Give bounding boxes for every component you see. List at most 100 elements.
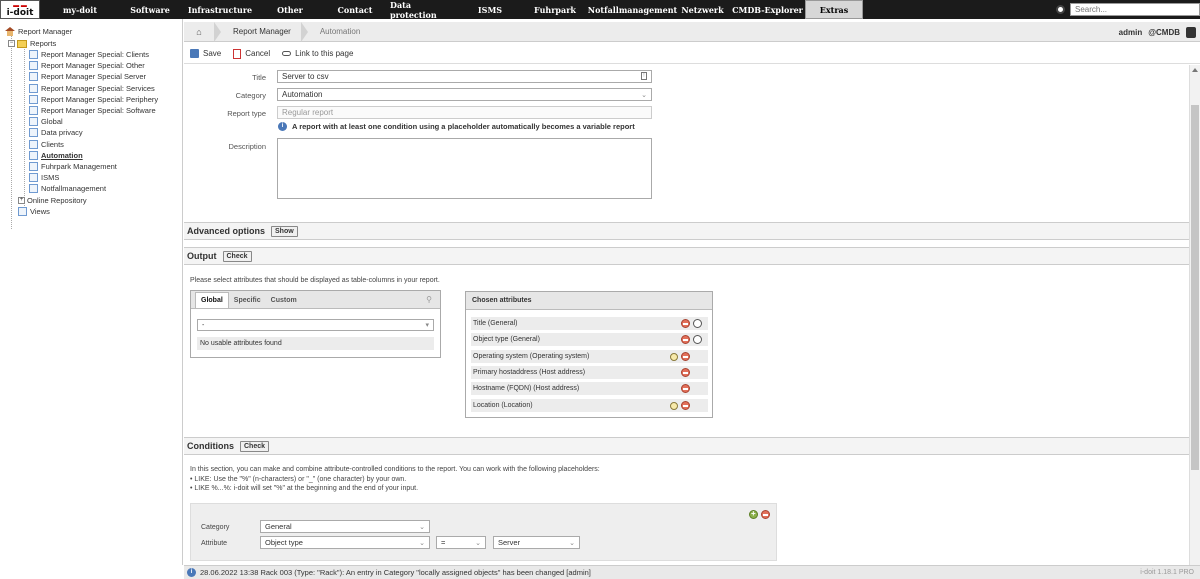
tree-item[interactable]: Report Manager Special: Clients <box>29 49 149 60</box>
tree-report-manager[interactable]: Report Manager <box>5 26 72 37</box>
title-input[interactable]: Server to csv ! <box>277 70 652 83</box>
nav-data-protection[interactable]: Data protection <box>390 0 460 20</box>
category-label: Category <box>235 91 266 100</box>
chosen-attribute-row[interactable]: Primary hostaddress (Host address) <box>471 366 708 379</box>
sort-radio[interactable] <box>693 335 702 344</box>
username[interactable]: admin <box>1119 28 1143 37</box>
conditions-intro: In this section, you can make and combin… <box>190 466 600 473</box>
nav-contact[interactable]: Contact <box>320 0 390 19</box>
i-doit-logo[interactable]: ▬ ▬ i-doit <box>0 0 40 19</box>
nav-extras[interactable]: Extras <box>805 0 863 19</box>
tree-online-repository[interactable]: + Online Repository <box>18 195 87 206</box>
tree-views[interactable]: Views <box>18 206 50 217</box>
report-icon <box>29 162 38 171</box>
magnifier-icon[interactable] <box>670 401 678 410</box>
chosen-attribute-row[interactable]: Hostname (FQDN) (Host address) <box>471 382 708 395</box>
remove-icon[interactable] <box>681 401 690 410</box>
tree-item-label: ISMS <box>41 173 60 182</box>
tab-global[interactable]: Global <box>195 292 229 308</box>
title-value: Server to csv <box>282 72 329 81</box>
info-icon: i <box>187 568 196 577</box>
tree-item[interactable]: Report Manager Special: Software <box>29 105 156 116</box>
nav-infrastructure[interactable]: Infrastructure <box>180 0 260 19</box>
info-icon: i <box>278 122 287 131</box>
cancel-button[interactable]: Cancel <box>233 48 270 59</box>
report-icon <box>29 50 38 59</box>
output-check-button[interactable]: Check <box>222 250 252 262</box>
output-hint: Please select attributes that should be … <box>190 277 440 284</box>
chosen-attribute-label: Operating system (Operating system) <box>473 353 590 360</box>
tab-specific[interactable]: Specific <box>229 293 266 308</box>
tree-item[interactable]: Report Manager Special: Other <box>29 60 145 71</box>
tenant-name[interactable]: @CMDB <box>1148 28 1180 37</box>
nav-other[interactable]: Other <box>260 0 320 19</box>
help-icon[interactable] <box>1056 5 1065 14</box>
tree-item-automation[interactable]: Automation <box>29 150 83 161</box>
collapse-icon[interactable]: − <box>8 40 15 47</box>
remove-icon[interactable] <box>681 352 690 361</box>
translate-icon[interactable]: ! <box>641 72 647 80</box>
tree-item-label: Data privacy <box>41 128 83 137</box>
search-icon[interactable]: ⚲ <box>426 295 432 304</box>
expand-icon[interactable]: + <box>18 197 25 204</box>
tree-item-label: Report Manager Special: Clients <box>41 50 149 59</box>
output-title: Output <box>187 251 217 261</box>
chosen-attribute-row[interactable]: Operating system (Operating system) <box>471 350 708 363</box>
chosen-attribute-row[interactable]: Object type (General) <box>471 333 708 346</box>
attribute-select[interactable]: - ▾ <box>197 319 434 331</box>
nav-software[interactable]: Software <box>120 0 180 19</box>
link-button[interactable]: Link to this page <box>282 49 353 58</box>
tree-item[interactable]: Report Manager Special: Services <box>29 83 155 94</box>
user-icon[interactable] <box>1186 26 1196 38</box>
chosen-attribute-row[interactable]: Title (General) <box>471 317 708 330</box>
tree-item[interactable]: Report Manager Special: Periphery <box>29 94 158 105</box>
home-icon[interactable]: ⌂ <box>184 22 214 42</box>
chevron-down-icon: ⌄ <box>641 92 647 99</box>
condition-value-select[interactable]: Server ⌄ <box>493 536 580 549</box>
remove-icon[interactable] <box>681 368 690 377</box>
nav-my-doit[interactable]: my-doit <box>40 0 120 19</box>
tree-item[interactable]: Clients <box>29 139 64 150</box>
magnifier-icon[interactable] <box>670 352 678 361</box>
nav-isms[interactable]: ISMS <box>460 0 520 19</box>
chosen-attribute-row[interactable]: Location (Location) <box>471 399 708 412</box>
add-condition-icon[interactable] <box>749 509 758 519</box>
show-button[interactable]: Show <box>271 225 298 237</box>
tree-item[interactable]: Report Manager Special Server <box>29 71 146 82</box>
tree-item[interactable]: Notfallmanagement <box>29 183 106 194</box>
conditions-check-button[interactable]: Check <box>240 440 270 452</box>
report-manager-icon <box>5 27 15 36</box>
condition-operator-value: = <box>441 538 446 547</box>
condition-category-label: Category <box>201 524 230 531</box>
save-button[interactable]: Save <box>190 49 221 58</box>
remove-icon[interactable] <box>681 384 690 393</box>
tree-item[interactable]: Data privacy <box>29 127 83 138</box>
tree-item-label: Report Manager Special: Periphery <box>41 95 159 104</box>
main-scrollbar[interactable] <box>1189 65 1200 565</box>
nav-netzwerk[interactable]: Netzwerk <box>675 0 730 19</box>
condition-category-value: General <box>265 522 292 531</box>
remove-condition-icon[interactable] <box>761 510 770 519</box>
nav-notfallmanagement[interactable]: Notfallmanagement <box>588 0 677 19</box>
top-navigation: ▬ ▬ i-doit my-doit Software Infrastructu… <box>0 0 1200 20</box>
scroll-up-icon[interactable] <box>1192 68 1198 72</box>
nav-fuhrpark[interactable]: Fuhrpark <box>520 0 590 19</box>
search-input[interactable] <box>1070 3 1200 16</box>
tree-item[interactable]: Global <box>29 116 63 127</box>
condition-operator-select[interactable]: = ⌄ <box>436 536 486 549</box>
nav-cmdb-explorer[interactable]: CMDB-Explorer <box>730 0 805 19</box>
condition-category-select[interactable]: General ⌄ <box>260 520 430 533</box>
category-select[interactable]: Automation ⌄ <box>277 88 652 101</box>
tree-item[interactable]: ISMS <box>29 172 59 183</box>
scrollbar-thumb[interactable] <box>1191 105 1199 470</box>
tab-custom[interactable]: Custom <box>266 293 302 308</box>
sort-radio[interactable] <box>693 319 702 328</box>
tree-reports[interactable]: − Reports <box>8 38 56 49</box>
tree-item[interactable]: Fuhrpark Management <box>29 161 117 172</box>
breadcrumb-report-manager[interactable]: Report Manager <box>221 22 301 42</box>
tree-item-label: Clients <box>41 140 64 149</box>
remove-icon[interactable] <box>681 319 690 328</box>
condition-attribute-select[interactable]: Object type ⌄ <box>260 536 430 549</box>
description-textarea[interactable] <box>277 138 652 199</box>
remove-icon[interactable] <box>681 335 690 344</box>
